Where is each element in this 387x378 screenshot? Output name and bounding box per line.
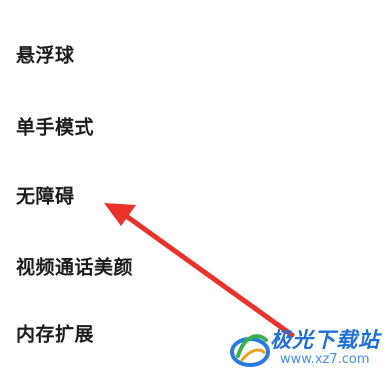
settings-item-label: 单手模式 <box>16 116 95 139</box>
settings-item-label: 无障碍 <box>16 185 75 208</box>
settings-item-label: 视频通话美颜 <box>16 256 134 279</box>
settings-item-floating-ball[interactable]: 悬浮球 <box>0 24 387 84</box>
watermark-site-name: 极光下载站 <box>270 328 380 352</box>
settings-item-one-handed-mode[interactable]: 单手模式 <box>0 96 387 156</box>
settings-item-label: 悬浮球 <box>16 44 75 67</box>
watermark-url: www.xz7.com <box>280 352 370 367</box>
settings-item-accessibility[interactable]: 无障碍 <box>0 165 387 225</box>
site-watermark: 极光下载站 www.xz7.com <box>228 322 387 378</box>
settings-item-label: 内存扩展 <box>16 323 95 346</box>
settings-item-video-call-beauty[interactable]: 视频通话美颜 <box>0 236 387 296</box>
aurora-swirl-logo-icon <box>230 334 270 367</box>
